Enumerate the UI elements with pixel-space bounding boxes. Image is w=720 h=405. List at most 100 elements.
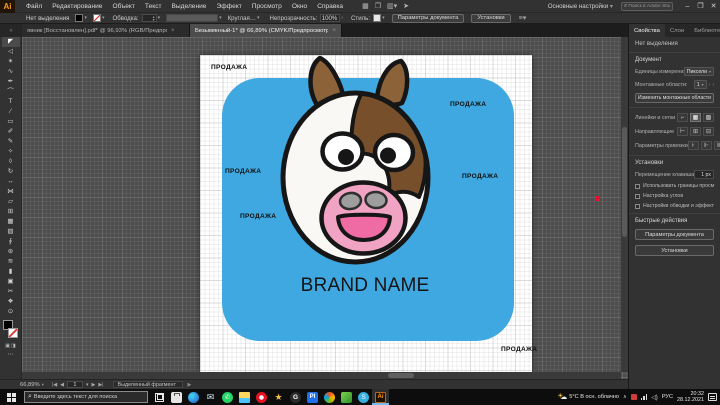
taskbar-edge[interactable] bbox=[185, 389, 202, 405]
arrange-documents-icon[interactable]: ❐ bbox=[375, 2, 381, 10]
artboard-nav-caret-icon[interactable]: ▾ bbox=[86, 382, 89, 388]
vertical-scrollbar-thumb[interactable] bbox=[622, 127, 627, 237]
minimize-button[interactable]: – bbox=[681, 0, 694, 13]
sale-text-1[interactable]: ПРОДАЖА bbox=[211, 64, 247, 71]
preference-checkbox-row[interactable]: Настройки обводки и эффектов bbox=[635, 203, 714, 209]
tray-app-icon[interactable] bbox=[630, 394, 637, 400]
close-tab-icon[interactable]: × bbox=[171, 28, 175, 34]
canvas-area[interactable]: ПРОДАЖА ПРОДАЖА ПРОДАЖА ПРОДАЖА ПРОДАЖА … bbox=[22, 37, 628, 379]
type-tool[interactable]: T bbox=[2, 97, 20, 107]
prev-artboard-mini-icon[interactable]: ‹ bbox=[709, 82, 711, 88]
preferences-button[interactable]: Установки bbox=[471, 13, 511, 23]
horizontal-scrollbar-thumb[interactable] bbox=[388, 373, 414, 378]
share-icon[interactable]: ➤ bbox=[403, 2, 409, 10]
toolbar-collapse-icon[interactable]: » bbox=[0, 24, 22, 37]
taskbar-whatsapp[interactable]: ✆ bbox=[219, 389, 236, 405]
mesh-tool[interactable]: ▦ bbox=[2, 217, 20, 227]
snap-pixel-icon[interactable]: ⊩ bbox=[700, 141, 712, 150]
hand-tool[interactable]: ❖ bbox=[2, 297, 20, 307]
quick-preferences-button[interactable]: Установки bbox=[635, 245, 714, 256]
sale-text-2[interactable]: ПРОДАЖА bbox=[450, 101, 486, 108]
stroke-weight-caret-icon[interactable]: ▾ bbox=[158, 15, 161, 21]
last-artboard-icon[interactable]: ▶| bbox=[98, 382, 103, 388]
taskbar-microsoft-store[interactable] bbox=[168, 389, 185, 405]
weather-widget[interactable]: ☀ ☁ 5°C В осн. облачно bbox=[557, 393, 619, 402]
artboard-tool[interactable]: ▣ bbox=[2, 277, 20, 287]
brand-name-text[interactable]: BRAND NAME bbox=[293, 275, 437, 297]
stroke-color-swatch[interactable] bbox=[92, 14, 101, 22]
profile-caret-icon[interactable]: ▾ bbox=[219, 15, 222, 21]
document-setup-button[interactable]: Параметры документа bbox=[391, 13, 465, 23]
taskbar-file-explorer[interactable] bbox=[236, 389, 253, 405]
network-icon[interactable] bbox=[640, 394, 648, 400]
menu-item[interactable]: Редактирование bbox=[47, 3, 107, 10]
close-button[interactable]: ✕ bbox=[707, 0, 720, 13]
taskbar-browser-red[interactable] bbox=[253, 389, 270, 405]
grid-icon[interactable]: ▦ bbox=[690, 113, 701, 122]
tray-expand-icon[interactable]: ∧ bbox=[623, 394, 627, 400]
perspective-grid-tool[interactable]: ⊞ bbox=[2, 207, 20, 217]
sale-text-5[interactable]: ПРОДАЖА bbox=[462, 173, 498, 180]
taskbar-blue-app[interactable]: Pl bbox=[304, 389, 321, 405]
taskbar-skype[interactable]: S bbox=[355, 389, 372, 405]
taskbar-star-app[interactable]: ★ bbox=[270, 389, 287, 405]
stroke-caret-icon[interactable]: ▾ bbox=[102, 15, 105, 21]
edit-toolbar-icon[interactable]: ⋯ bbox=[8, 351, 14, 358]
opacity-caret-icon[interactable]: › bbox=[341, 15, 343, 21]
taskbar-photos[interactable] bbox=[321, 389, 338, 405]
taskbar-g-app[interactable]: G bbox=[287, 389, 304, 405]
volume-icon[interactable]: ◁) bbox=[651, 394, 658, 401]
menu-item[interactable]: Объект bbox=[107, 3, 139, 10]
eraser-tool[interactable]: ◊ bbox=[2, 157, 20, 167]
sale-text-4[interactable]: ПРОДАЖА bbox=[240, 213, 276, 220]
pen-tool[interactable]: ✒ bbox=[2, 77, 20, 87]
sale-text-3[interactable]: ПРОДАЖА bbox=[225, 168, 261, 175]
guides-icon[interactable]: ⊢ bbox=[677, 127, 688, 136]
quick-document-setup-button[interactable]: Параметры документа bbox=[635, 229, 714, 240]
draw-behind-icon[interactable]: ◨ bbox=[11, 343, 16, 349]
status-menu-icon[interactable]: ▶ bbox=[187, 382, 191, 388]
taskbar-clock[interactable]: 20:32 28.12.2021 bbox=[677, 391, 704, 403]
style-swatch[interactable] bbox=[373, 14, 382, 22]
zoom-tool[interactable]: ⊙ bbox=[2, 307, 20, 317]
menu-item[interactable]: Справка bbox=[312, 3, 348, 10]
fill-color-swatch[interactable] bbox=[75, 14, 84, 22]
tab-libraries[interactable]: Библиотеки bbox=[689, 24, 720, 37]
drawing-modes[interactable]: ▣ ◨ bbox=[5, 343, 15, 349]
menu-item[interactable]: Эффект bbox=[211, 3, 246, 10]
scale-tool[interactable]: ↔ bbox=[2, 177, 20, 187]
fill-caret-icon[interactable]: ▾ bbox=[84, 15, 87, 21]
menu-item[interactable]: Выделение bbox=[167, 3, 212, 10]
vertical-scrollbar[interactable] bbox=[621, 37, 628, 372]
rotate-tool[interactable]: ↻ bbox=[2, 167, 20, 177]
stroke-weight-stepper[interactable]: ▴ ▾ bbox=[141, 14, 157, 22]
language-indicator[interactable]: РУС bbox=[662, 394, 673, 400]
preference-checkbox-row[interactable]: Настройка углов bbox=[635, 193, 714, 199]
style-caret-icon[interactable]: ▾ bbox=[382, 15, 385, 21]
brush-caret-icon[interactable]: ▾ bbox=[257, 15, 260, 21]
menu-item[interactable]: Окно bbox=[287, 3, 312, 10]
document-tab-2[interactable]: Безымянный-1* @ 66,89% (CMYK/Предпросмот… bbox=[190, 24, 342, 37]
layout-grid-icon[interactable]: ▦ bbox=[362, 2, 369, 10]
workspace-switcher[interactable]: Основные настройки bbox=[548, 3, 613, 10]
preference-checkbox-row[interactable]: Использовать границы просмотра bbox=[635, 183, 714, 189]
action-center-icon[interactable] bbox=[708, 393, 717, 401]
zoom-caret-icon[interactable]: ▾ bbox=[42, 382, 44, 388]
taskbar-search-input[interactable]: ⌕ Введите здесь текст для поиска bbox=[24, 391, 148, 403]
zoom-level[interactable]: 66,89% bbox=[20, 382, 40, 388]
slice-tool[interactable]: ✂ bbox=[2, 287, 20, 297]
toolbar-stroke-swatch[interactable] bbox=[7, 328, 18, 338]
draw-normal-icon[interactable]: ▣ bbox=[5, 343, 10, 349]
document-layout-dropdown-icon[interactable]: ▥▾ bbox=[387, 2, 397, 10]
selection-tool[interactable]: ◤ bbox=[1, 37, 20, 47]
checkbox[interactable] bbox=[635, 203, 640, 209]
pencil-tool[interactable]: ✎ bbox=[2, 137, 20, 147]
artboard-number-field[interactable]: 1 bbox=[66, 381, 83, 388]
taskbar-green-app[interactable] bbox=[338, 389, 355, 405]
document-tab-1[interactable]: явник [Восстановлен].pdf* @ 96,93% (RGB/… bbox=[22, 24, 190, 37]
symbol-sprayer-tool[interactable]: ≋ bbox=[2, 257, 20, 267]
sale-text-6[interactable]: ПРОДАЖА bbox=[501, 346, 537, 353]
restore-button[interactable]: ❐ bbox=[694, 0, 707, 13]
snap-point-icon[interactable]: ⊦ bbox=[687, 141, 699, 150]
next-artboard-icon[interactable]: ▶ bbox=[91, 382, 95, 388]
